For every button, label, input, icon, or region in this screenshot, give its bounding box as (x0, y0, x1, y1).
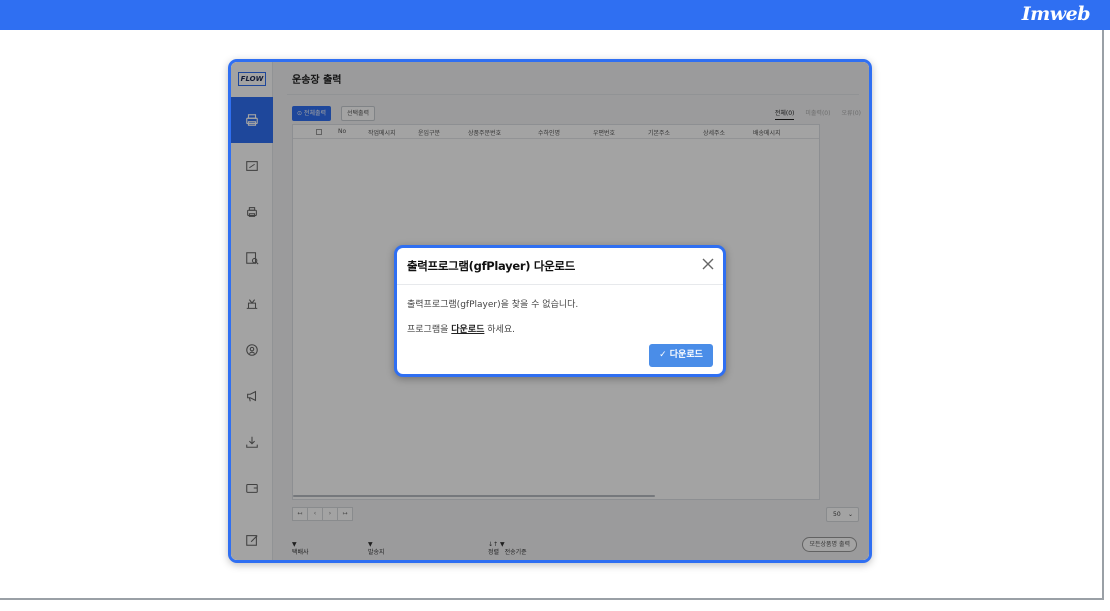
dialog-instruction: 프로그램을 다운로드 하세요. (407, 325, 515, 335)
dialog-message: 출력프로그램(gfPlayer)을 찾을 수 없습니다. (407, 300, 579, 310)
frame-border-right (1102, 30, 1104, 600)
dialog-header: 출력프로그램(gfPlayer) 다운로드 (397, 248, 723, 285)
download-dialog: 출력프로그램(gfPlayer) 다운로드 출력프로그램(gfPlayer)을 … (394, 245, 726, 377)
dialog-title: 출력프로그램(gfPlayer) 다운로드 (407, 259, 575, 273)
top-banner: Imweb (0, 0, 1110, 30)
download-button[interactable]: ✓ 다운로드 (649, 344, 713, 367)
frame-border-bottom (0, 598, 1104, 600)
download-link[interactable]: 다운로드 (451, 325, 484, 335)
brand-logo: Imweb (1021, 3, 1091, 25)
close-icon[interactable] (701, 257, 715, 271)
